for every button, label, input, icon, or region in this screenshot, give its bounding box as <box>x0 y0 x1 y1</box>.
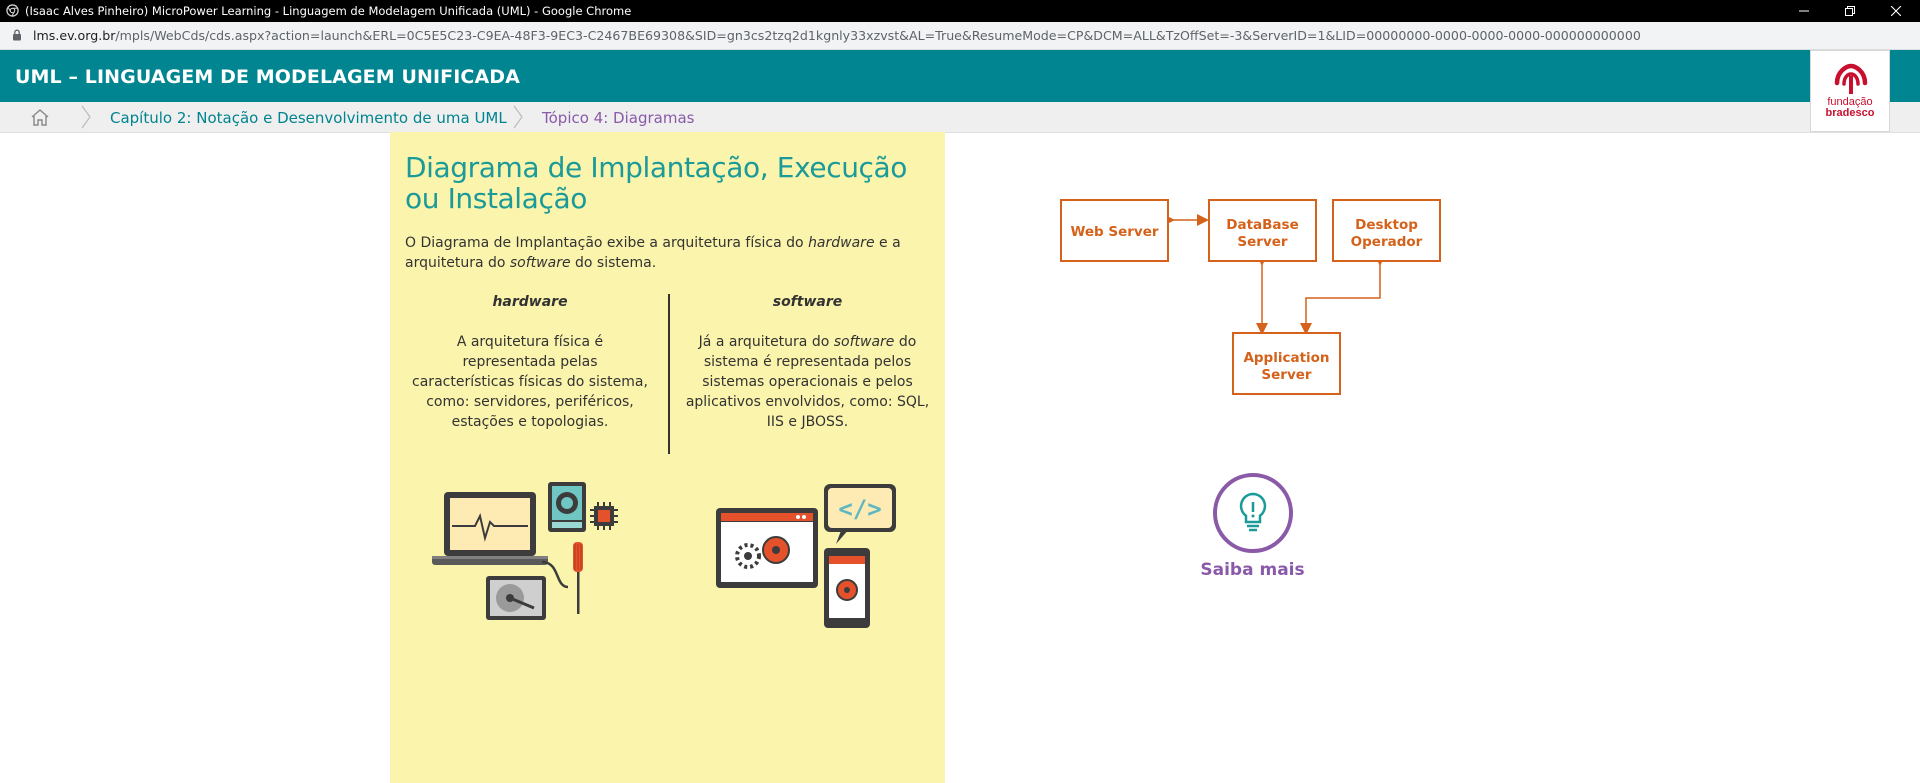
node-desktop-operador: Desktop Operador <box>1332 199 1441 262</box>
node-database-server-label-2: Server <box>1237 234 1287 250</box>
diagram-edge-desktop-app <box>1300 254 1386 335</box>
intro-emphasis: hardware <box>808 235 875 251</box>
window-title: (Isaac Alves Pinheiro) MicroPower Learni… <box>25 4 632 18</box>
node-desktop-operador-label-2: Operador <box>1351 234 1423 250</box>
chrome-icon <box>6 4 19 17</box>
url-text[interactable]: lms.ev.org.br/mpls/WebCds/cds.aspx?actio… <box>33 28 1641 43</box>
intro-part: O Diagrama de Implantação exibe a arquit… <box>405 235 809 251</box>
address-bar[interactable]: lms.ev.org.br/mpls/WebCds/cds.aspx?actio… <box>0 22 1920 50</box>
hardware-title: hardware <box>492 294 568 310</box>
node-web-server: Web Server <box>1060 199 1169 262</box>
minimize-icon <box>1799 10 1809 12</box>
restore-icon <box>1845 6 1855 16</box>
node-application-server: Application Server <box>1232 332 1341 395</box>
minimize-button[interactable] <box>1781 0 1827 22</box>
screwdriver-icon <box>573 542 583 614</box>
svg-text:</>: </> <box>838 495 881 523</box>
restore-button[interactable] <box>1827 0 1873 22</box>
breadcrumb: Capítulo 2: Notação e Desenvolvimento de… <box>0 102 1920 133</box>
breadcrumb-topic[interactable]: Tópico 4: Diagramas <box>542 109 694 127</box>
software-illustration: </> <box>716 484 896 628</box>
software-column: software Já a arquitetura do software do… <box>685 292 930 432</box>
code-bubble-icon: </> <box>824 484 896 544</box>
chip-icon <box>590 502 618 530</box>
browser-window-icon <box>716 508 818 588</box>
breadcrumb-chapter[interactable]: Capítulo 2: Notação e Desenvolvimento de… <box>110 109 507 127</box>
course-title: UML – LINGUAGEM DE MODELAGEM UNIFICADA <box>15 66 520 88</box>
logo-text-bradesco: bradesco <box>1825 107 1875 119</box>
mobile-device-icon <box>824 548 870 628</box>
software-title: software <box>772 294 843 310</box>
node-application-server-label-1: Application <box>1243 350 1329 366</box>
deployment-diagram: Web Server DataBase Server Desktop Opera… <box>1060 199 1441 395</box>
lightbulb-icon[interactable] <box>1212 472 1294 554</box>
column-divider <box>668 294 670 454</box>
bradesco-tree-icon <box>1834 63 1868 94</box>
lock-icon <box>13 29 21 41</box>
hardware-illustration <box>432 482 618 620</box>
graphics-card-icon <box>548 482 586 532</box>
software-text-emphasis: software <box>833 334 895 350</box>
software-text: Já a arquitetura do software do sistema … <box>685 332 930 432</box>
saiba-mais-link[interactable]: Saiba mais <box>1190 560 1315 580</box>
hard-drive-icon <box>486 576 546 620</box>
content-panel: Diagrama de Implantação, Execução ou Ins… <box>390 132 945 783</box>
node-database-server-label-1: DataBase <box>1226 217 1298 233</box>
close-button[interactable] <box>1873 0 1919 22</box>
hardware-text: A arquitetura física é representada pela… <box>412 334 648 430</box>
close-icon <box>1891 6 1901 16</box>
software-text-part: Já a arquitetura do <box>698 334 834 350</box>
page-title: Diagrama de Implantação, Execução ou Ins… <box>405 151 908 215</box>
chevron-right-icon <box>513 105 523 129</box>
node-database-server: DataBase Server <box>1208 199 1317 262</box>
hardware-column: hardware A arquitetura física é represen… <box>410 292 650 432</box>
window-titlebar: (Isaac Alves Pinheiro) MicroPower Learni… <box>0 0 1920 22</box>
node-web-server-label: Web Server <box>1070 224 1158 240</box>
node-desktop-operador-label-1: Desktop <box>1355 217 1418 233</box>
intro-emphasis: software <box>509 255 571 271</box>
url-host: lms.ev.org.br <box>33 28 116 43</box>
home-icon[interactable] <box>30 108 50 126</box>
course-header: UML – LINGUAGEM DE MODELAGEM UNIFICADA <box>0 50 1920 102</box>
intro-part: do sistema. <box>570 255 657 271</box>
url-path: /mpls/WebCds/cds.aspx?action=launch&ERL=… <box>115 28 1641 43</box>
intro-text: O Diagrama de Implantação exibe a arquit… <box>405 233 925 273</box>
laptop-icon <box>432 492 548 565</box>
fundacao-bradesco-logo: fundação bradesco <box>1810 50 1890 132</box>
chevron-right-icon <box>81 105 91 129</box>
node-application-server-label-2: Server <box>1261 367 1311 383</box>
